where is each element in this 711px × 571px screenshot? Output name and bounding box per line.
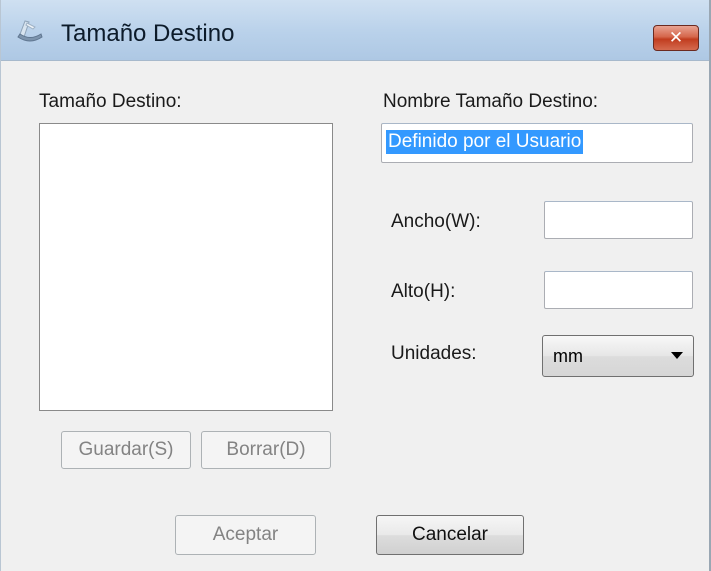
title-bar[interactable]: Tamaño Destino ✕ bbox=[1, 0, 709, 61]
target-name-label: Nombre Tamaño Destino: bbox=[383, 91, 599, 112]
width-input[interactable] bbox=[544, 201, 693, 239]
close-button[interactable]: ✕ bbox=[653, 25, 699, 51]
target-name-input[interactable]: Definido por el Usuario bbox=[381, 123, 693, 163]
save-button[interactable]: Guardar(S) bbox=[61, 431, 191, 469]
units-value: mm bbox=[553, 346, 583, 366]
cancel-button[interactable]: Cancelar bbox=[376, 515, 524, 555]
close-icon: ✕ bbox=[668, 28, 684, 47]
dialog-window: Tamaño Destino ✕ Tamaño Destino: Nombre … bbox=[0, 0, 711, 571]
units-select[interactable]: mm bbox=[542, 335, 694, 377]
target-size-list[interactable] bbox=[39, 123, 333, 411]
target-size-label: Tamaño Destino: bbox=[39, 91, 182, 112]
height-input[interactable] bbox=[544, 271, 693, 309]
dialog-body: Tamaño Destino: Nombre Tamaño Destino: D… bbox=[1, 61, 709, 571]
width-label: Ancho(W): bbox=[391, 211, 481, 232]
height-label: Alto(H): bbox=[391, 281, 456, 302]
scanner-icon bbox=[15, 15, 45, 45]
target-name-value: Definido por el Usuario bbox=[386, 130, 584, 154]
window-title: Tamaño Destino bbox=[61, 20, 235, 47]
units-label: Unidades: bbox=[391, 343, 477, 364]
chevron-down-icon bbox=[671, 352, 683, 359]
ok-button[interactable]: Aceptar bbox=[175, 515, 316, 555]
delete-button[interactable]: Borrar(D) bbox=[201, 431, 331, 469]
